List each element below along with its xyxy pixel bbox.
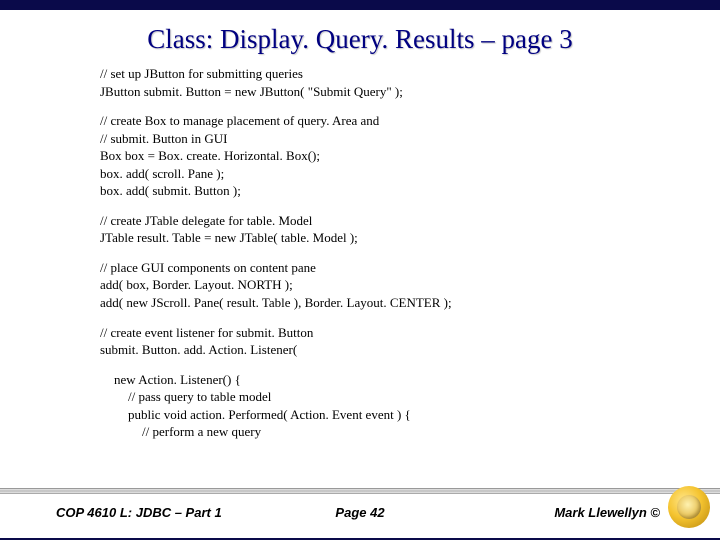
code-line: submit. Button. add. Action. Listener( (100, 341, 696, 359)
slide-content: // set up JButton for submitting queries… (0, 65, 720, 538)
slide-title: Class: Display. Query. Results – page 3 (0, 24, 720, 55)
code-block-6: new Action. Listener() { // pass query t… (100, 371, 696, 441)
code-line: JButton submit. Button = new JButton( "S… (100, 83, 696, 101)
code-line: add( new JScroll. Pane( result. Table ),… (100, 294, 696, 312)
code-line: new Action. Listener() { (100, 371, 696, 389)
code-line: public void action. Performed( Action. E… (100, 406, 696, 424)
code-line: // create Box to manage placement of que… (100, 112, 696, 130)
code-line: // create event listener for submit. But… (100, 324, 696, 342)
ucf-logo-inner (677, 495, 701, 519)
code-line: // set up JButton for submitting queries (100, 65, 696, 83)
code-line: // submit. Button in GUI (100, 130, 696, 148)
code-line: // create JTable delegate for table. Mod… (100, 212, 696, 230)
code-line: Box box = Box. create. Horizontal. Box()… (100, 147, 696, 165)
code-line: add( box, Border. Layout. NORTH ); (100, 276, 696, 294)
code-line: // place GUI components on content pane (100, 259, 696, 277)
code-line: // pass query to table model (100, 388, 696, 406)
code-line: box. add( submit. Button ); (100, 182, 696, 200)
code-line: box. add( scroll. Pane ); (100, 165, 696, 183)
code-block-4: // place GUI components on content pane … (100, 259, 696, 312)
ucf-logo (668, 486, 710, 528)
code-line: // perform a new query (100, 423, 696, 441)
code-line: JTable result. Table = new JTable( table… (100, 229, 696, 247)
code-block-1: // set up JButton for submitting queries… (100, 65, 696, 100)
code-block-5: // create event listener for submit. But… (100, 324, 696, 359)
code-block-2: // create Box to manage placement of que… (100, 112, 696, 200)
footer-page: Page 42 (335, 505, 384, 520)
code-block-3: // create JTable delegate for table. Mod… (100, 212, 696, 247)
slide: Class: Display. Query. Results – page 3 … (0, 0, 720, 540)
footer: COP 4610 L: JDBC – Part 1 Page 42 Mark L… (0, 492, 720, 532)
footer-course: COP 4610 L: JDBC – Part 1 (0, 505, 222, 520)
